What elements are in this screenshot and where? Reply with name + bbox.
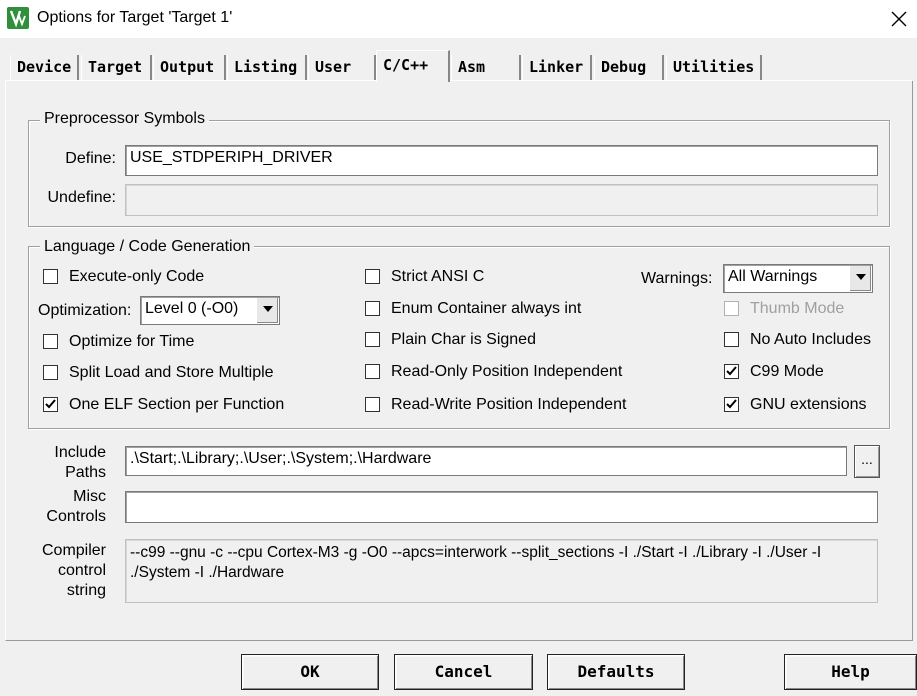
split-load-checkbox[interactable]: Split Load and Store Multiple — [43, 364, 343, 384]
ro-pi-checkbox[interactable]: Read-Only Position Independent — [365, 363, 635, 383]
one-elf-box[interactable] — [43, 397, 58, 412]
optimization-value: Level 0 (-O0) — [145, 300, 239, 317]
window-title: Options for Target 'Target 1' — [37, 9, 233, 26]
define-label: Define: — [65, 150, 116, 167]
strict-ansi-checkbox[interactable]: Strict ANSI C — [365, 268, 635, 288]
tab-device[interactable]: Device — [10, 55, 79, 80]
close-icon[interactable] — [886, 6, 912, 32]
warnings-select[interactable]: All Warnings — [723, 264, 873, 293]
no-auto-includes-box[interactable] — [724, 332, 739, 347]
tab-user[interactable]: User — [308, 55, 376, 80]
execute-only-box[interactable] — [43, 269, 58, 284]
plain-char-box[interactable] — [365, 332, 380, 347]
plain-char-label: Plain Char is Signed — [391, 331, 536, 348]
tab-output[interactable]: Output — [153, 55, 226, 80]
strict-ansi-label: Strict ANSI C — [391, 268, 485, 285]
optimize-time-box[interactable] — [43, 334, 58, 349]
enum-container-box[interactable] — [365, 301, 380, 316]
undefine-label: Undefine: — [47, 189, 117, 206]
warnings-value: All Warnings — [728, 268, 818, 285]
tab-c-cpp[interactable]: C/C++ — [376, 50, 450, 82]
defaults-button[interactable]: Defaults — [547, 654, 685, 690]
execute-only-checkbox[interactable]: Execute-only Code — [43, 268, 343, 288]
misc-label-line2: Controls — [46, 508, 106, 525]
tab-asm[interactable]: Asm — [451, 55, 521, 80]
thumb-mode-label: Thumb Mode — [750, 300, 845, 317]
c99-mode-label: C99 Mode — [750, 363, 824, 380]
rw-pi-box[interactable] — [365, 397, 380, 412]
compiler-label-line1: Compiler — [41, 542, 106, 559]
optimize-time-label: Optimize for Time — [69, 333, 195, 350]
tab-listing[interactable]: Listing — [227, 55, 307, 80]
compiler-label-line2: control — [57, 562, 106, 579]
chevron-down-icon[interactable] — [256, 298, 278, 323]
codegen-legend: Language / Code Generation — [40, 238, 255, 256]
checkmark-icon — [45, 399, 56, 409]
compiler-control-string: --c99 --gnu -c --cpu Cortex-M3 -g -O0 --… — [125, 539, 878, 603]
checkmark-icon — [726, 399, 737, 409]
tab-debug[interactable]: Debug — [594, 55, 664, 80]
one-elf-label: One ELF Section per Function — [69, 396, 285, 413]
ok-button[interactable]: OK — [241, 654, 379, 690]
thumb-mode-box[interactable] — [724, 301, 739, 316]
gnu-extensions-box[interactable] — [724, 397, 739, 412]
ro-pi-box[interactable] — [365, 364, 380, 379]
thumb-mode-checkbox[interactable]: Thumb Mode — [724, 300, 884, 320]
c99-mode-checkbox[interactable]: C99 Mode — [724, 363, 884, 383]
tab-utilities[interactable]: Utilities — [666, 55, 762, 80]
optimization-label: Optimization: — [38, 302, 132, 319]
rw-pi-checkbox[interactable]: Read-Write Position Independent — [365, 396, 635, 416]
one-elf-checkbox[interactable]: One ELF Section per Function — [43, 396, 343, 416]
c99-mode-box[interactable] — [724, 364, 739, 379]
checkmark-icon — [726, 366, 737, 376]
warnings-label: Warnings: — [641, 270, 713, 287]
include-label-line2: Paths — [65, 464, 106, 481]
optimize-time-checkbox[interactable]: Optimize for Time — [43, 333, 343, 353]
include-label-line1: Include — [54, 444, 106, 461]
undefine-input[interactable] — [125, 184, 878, 216]
split-load-box[interactable] — [43, 365, 58, 380]
enum-container-label: Enum Container always int — [391, 300, 582, 317]
plain-char-checkbox[interactable]: Plain Char is Signed — [365, 331, 635, 351]
misc-controls-input[interactable] — [125, 491, 878, 523]
chevron-down-icon[interactable] — [849, 266, 871, 291]
misc-label-line1: Misc — [73, 488, 106, 505]
browse-include-button[interactable]: ... — [854, 445, 880, 478]
preprocessor-legend: Preprocessor Symbols — [40, 110, 209, 128]
optimization-select[interactable]: Level 0 (-O0) — [140, 296, 280, 325]
ro-pi-label: Read-Only Position Independent — [391, 363, 623, 380]
no-auto-includes-checkbox[interactable]: No Auto Includes — [724, 331, 884, 351]
strict-ansi-box[interactable] — [365, 269, 380, 284]
tab-target[interactable]: Target — [81, 55, 152, 80]
execute-only-label: Execute-only Code — [69, 268, 205, 285]
cancel-button[interactable]: Cancel — [394, 654, 533, 690]
include-paths-input[interactable]: .\Start;.\Library;.\User;.\System;.\Hard… — [125, 446, 847, 476]
enum-container-checkbox[interactable]: Enum Container always int — [365, 300, 635, 320]
rw-pi-label: Read-Write Position Independent — [391, 396, 627, 413]
help-button[interactable]: Help — [784, 654, 917, 690]
keil-uvision-icon — [7, 7, 29, 29]
split-load-label: Split Load and Store Multiple — [69, 364, 274, 381]
tab-linker[interactable]: Linker — [522, 55, 592, 80]
no-auto-includes-label: No Auto Includes — [750, 331, 871, 348]
gnu-extensions-label: GNU extensions — [750, 396, 867, 413]
define-input[interactable]: USE_STDPERIPH_DRIVER — [125, 145, 878, 176]
gnu-extensions-checkbox[interactable]: GNU extensions — [724, 396, 884, 416]
compiler-label-line3: string — [66, 582, 106, 599]
